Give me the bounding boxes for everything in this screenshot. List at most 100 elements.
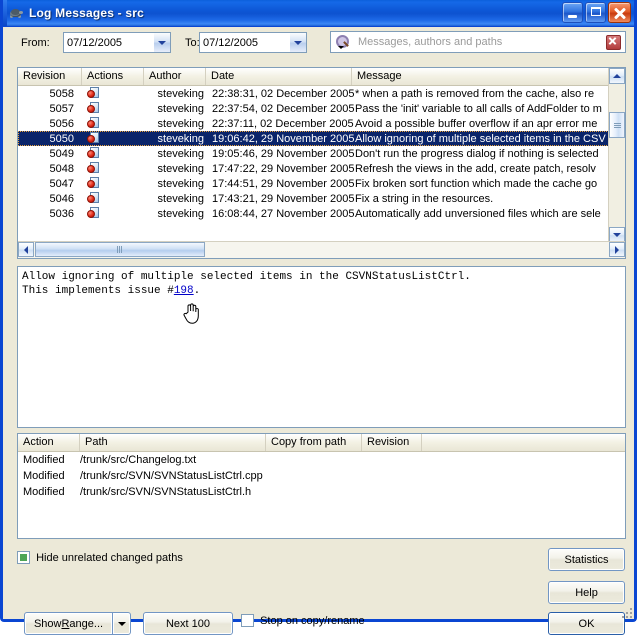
scroll-up-button[interactable] bbox=[609, 68, 625, 84]
column-header-path[interactable]: Path bbox=[80, 434, 266, 451]
close-button[interactable] bbox=[608, 2, 631, 23]
path-row[interactable]: Modified/trunk/src/Changelog.txt bbox=[18, 452, 625, 468]
vscroll-thumb[interactable] bbox=[609, 112, 625, 138]
title-bar[interactable]: Log Messages - src bbox=[3, 0, 634, 27]
column-header-message[interactable]: Message bbox=[352, 68, 625, 85]
revision-row[interactable]: 5047 steveking 17:44:51, 29 November 2005 F… bbox=[18, 176, 625, 191]
revision-hscrollbar[interactable] bbox=[18, 241, 625, 258]
cell-actions bbox=[82, 102, 144, 115]
cell-date: 16:08:44, 27 November 2005 bbox=[212, 207, 355, 220]
revision-row[interactable]: 5050 steveking 19:06:42, 29 November 2005 A… bbox=[18, 131, 625, 146]
revision-list[interactable]: Revision Actions Author Date Message 505… bbox=[17, 67, 626, 259]
show-range-label-post: ange... bbox=[69, 617, 104, 630]
statistics-button[interactable]: Statistics bbox=[548, 548, 625, 571]
cell-revision: 5036 bbox=[49, 207, 74, 220]
column-header-revision[interactable]: Revision bbox=[18, 68, 82, 85]
next-100-button[interactable]: Next 100 bbox=[143, 612, 233, 635]
cell-path: /trunk/src/SVN/SVNStatusListCtrl.h bbox=[80, 486, 252, 498]
revision-row[interactable]: 5056 steveking 22:37:11, 02 December 2005 A… bbox=[18, 116, 625, 131]
cell-author: steveking bbox=[157, 207, 204, 220]
stop-on-copy-label: Stop on copy/rename bbox=[260, 615, 365, 627]
column-header-path-revision[interactable]: Revision bbox=[362, 434, 422, 451]
path-row[interactable]: Modified/trunk/src/SVN/SVNStatusListCtrl… bbox=[18, 468, 625, 484]
search-box[interactable]: Messages, authors and paths bbox=[330, 31, 626, 53]
ok-button[interactable]: OK bbox=[548, 612, 625, 635]
commit-message-pane[interactable]: Allow ignoring of multiple selected item… bbox=[17, 266, 626, 428]
message-line-2-prefix: This implements issue # bbox=[22, 285, 174, 297]
column-header-action[interactable]: Action bbox=[18, 434, 80, 451]
scroll-left-button[interactable] bbox=[18, 242, 34, 257]
cell-date: 22:37:11, 02 December 2005 bbox=[212, 117, 354, 130]
cell-message: * when a path is removed from the cache,… bbox=[355, 87, 595, 100]
cell-date: 17:43:21, 29 November 2005 bbox=[212, 192, 355, 205]
cell-actions bbox=[82, 132, 144, 145]
revision-row[interactable]: 5049 steveking 19:05:46, 29 November 2005 D… bbox=[18, 146, 625, 161]
cell-revision: 5047 bbox=[49, 177, 74, 190]
changed-paths-list[interactable]: Action Path Copy from path Revision Modi… bbox=[17, 433, 626, 539]
commit-message-text: Allow ignoring of multiple selected item… bbox=[22, 270, 621, 298]
revision-row[interactable]: 5058 steveking 22:38:31, 02 December 2005 *… bbox=[18, 86, 625, 101]
hide-unrelated-checkbox-box[interactable] bbox=[17, 551, 30, 564]
path-row[interactable]: Modified/trunk/src/SVN/SVNStatusListCtrl… bbox=[18, 484, 625, 500]
window-title-subject: src bbox=[125, 6, 144, 20]
revision-row[interactable]: 5036 steveking 16:08:44, 27 November 2005 A… bbox=[18, 206, 625, 221]
to-label: To: bbox=[185, 37, 200, 49]
search-input[interactable]: Messages, authors and paths bbox=[358, 36, 606, 48]
modified-icon bbox=[87, 117, 101, 129]
to-date-combo[interactable]: 07/12/2005 bbox=[199, 32, 307, 53]
modified-icon bbox=[87, 147, 101, 159]
cell-revision: 5058 bbox=[49, 87, 74, 100]
cell-path: /trunk/src/Changelog.txt bbox=[80, 454, 197, 466]
scroll-right-button[interactable] bbox=[609, 242, 625, 257]
from-date-combo[interactable]: 07/12/2005 bbox=[63, 32, 171, 53]
modified-icon bbox=[87, 132, 101, 144]
window-controls bbox=[562, 2, 631, 23]
cell-actions bbox=[82, 117, 144, 130]
message-line-1: Allow ignoring of multiple selected item… bbox=[22, 271, 471, 283]
minimize-button[interactable] bbox=[562, 2, 583, 23]
cell-author: steveking bbox=[157, 177, 204, 190]
chevron-down-icon[interactable] bbox=[153, 33, 170, 52]
resize-grip[interactable] bbox=[618, 604, 632, 618]
cell-path: /trunk/src/SVN/SVNStatusListCtrl.cpp bbox=[80, 470, 263, 482]
cell-actions bbox=[82, 192, 144, 205]
column-header-copy-from-path[interactable]: Copy from path bbox=[266, 434, 362, 451]
issue-link[interactable]: 198 bbox=[174, 285, 194, 297]
column-header-author[interactable]: Author bbox=[144, 68, 206, 85]
cell-author: steveking bbox=[157, 117, 204, 130]
hide-unrelated-checkbox[interactable]: Hide unrelated changed paths bbox=[17, 551, 183, 564]
hscroll-thumb[interactable] bbox=[35, 242, 205, 257]
cell-author: steveking bbox=[157, 102, 204, 115]
from-date-value: 07/12/2005 bbox=[67, 36, 123, 49]
cell-actions bbox=[82, 87, 144, 100]
chevron-down-icon[interactable] bbox=[289, 33, 306, 52]
show-range-button[interactable]: Show Range... bbox=[24, 612, 113, 635]
modified-icon bbox=[87, 102, 101, 114]
cell-revision: 5048 bbox=[49, 162, 74, 175]
help-button[interactable]: Help bbox=[548, 581, 625, 604]
revision-vscrollbar[interactable] bbox=[608, 68, 625, 243]
column-header-paths-filler bbox=[422, 434, 625, 451]
show-range-label-pre: Show bbox=[33, 617, 62, 630]
column-header-date[interactable]: Date bbox=[206, 68, 352, 85]
cell-message: Don't run the progress dialog if nothing… bbox=[355, 147, 599, 160]
revision-row[interactable]: 5057 steveking 22:37:54, 02 December 2005 P… bbox=[18, 101, 625, 116]
modified-icon bbox=[87, 207, 101, 219]
column-header-actions[interactable]: Actions bbox=[82, 68, 144, 85]
show-range-dropdown-button[interactable] bbox=[113, 612, 131, 635]
cell-author: steveking bbox=[157, 132, 204, 145]
clear-search-icon[interactable] bbox=[606, 34, 621, 50]
search-icon[interactable] bbox=[334, 33, 352, 51]
modified-icon bbox=[87, 177, 101, 189]
stop-on-copy-checkbox-box[interactable] bbox=[241, 614, 254, 627]
revision-row[interactable]: 5046 steveking 17:43:21, 29 November 2005 F… bbox=[18, 191, 625, 206]
cell-date: 22:37:54, 02 December 2005 bbox=[212, 102, 355, 115]
cell-actions bbox=[82, 162, 144, 175]
maximize-button[interactable] bbox=[585, 2, 606, 23]
show-range-accel: R bbox=[61, 617, 70, 630]
cell-message: Fix broken sort function which made the … bbox=[355, 177, 598, 190]
turtle-icon bbox=[8, 5, 24, 21]
stop-on-copy-checkbox[interactable]: Stop on copy/rename bbox=[241, 614, 365, 627]
modified-icon bbox=[87, 87, 101, 99]
revision-row[interactable]: 5048 steveking 17:47:22, 29 November 2005 R… bbox=[18, 161, 625, 176]
